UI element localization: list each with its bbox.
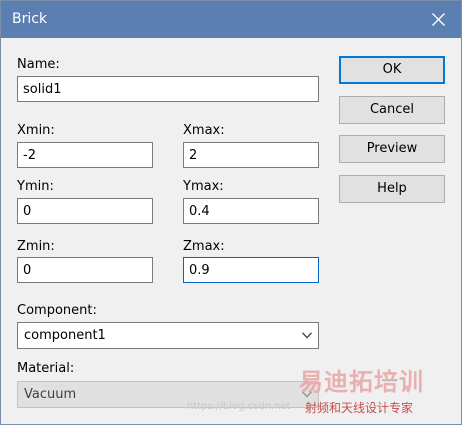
name-input[interactable]	[17, 76, 319, 102]
xmax-input[interactable]	[183, 142, 319, 168]
zmax-label: Zmax:	[183, 239, 225, 254]
window-title: Brick	[12, 11, 48, 27]
material-label: Material:	[17, 361, 75, 376]
watermark-brand: 易迪拓培训	[299, 368, 424, 396]
component-label: Component:	[17, 303, 97, 318]
component-select-value: component1	[24, 328, 106, 343]
name-label: Name:	[17, 57, 60, 72]
ymin-label: Ymin:	[17, 179, 54, 194]
title-bar[interactable]: Brick	[1, 1, 461, 38]
ymax-label: Ymax:	[183, 179, 224, 194]
xmax-label: Xmax:	[183, 123, 225, 138]
chevron-down-icon	[302, 332, 312, 339]
ok-button[interactable]: OK	[339, 56, 445, 84]
xmin-label: Xmin:	[17, 123, 55, 138]
brick-dialog: Brick Name: Xmin: Xmax: Ymin: Ymax: Zmin…	[0, 0, 462, 425]
ymax-input[interactable]	[183, 198, 319, 224]
close-icon	[432, 13, 445, 26]
preview-button[interactable]: Preview	[339, 135, 445, 163]
close-button[interactable]	[415, 1, 461, 38]
zmin-label: Zmin:	[17, 239, 55, 254]
watermark-url: https://blog.csdn.net	[187, 401, 291, 412]
material-select-value: Vacuum	[24, 387, 77, 402]
watermark: 易迪拓培训 射频和天线设计专家	[299, 368, 461, 424]
xmin-input[interactable]	[17, 142, 153, 168]
ymin-input[interactable]	[17, 198, 153, 224]
component-select[interactable]: component1	[17, 322, 319, 349]
zmin-input[interactable]	[17, 257, 153, 283]
cancel-button[interactable]: Cancel	[339, 96, 445, 124]
help-button[interactable]: Help	[339, 175, 445, 203]
watermark-tagline: 射频和天线设计专家	[305, 401, 414, 415]
zmax-input[interactable]	[183, 257, 319, 283]
